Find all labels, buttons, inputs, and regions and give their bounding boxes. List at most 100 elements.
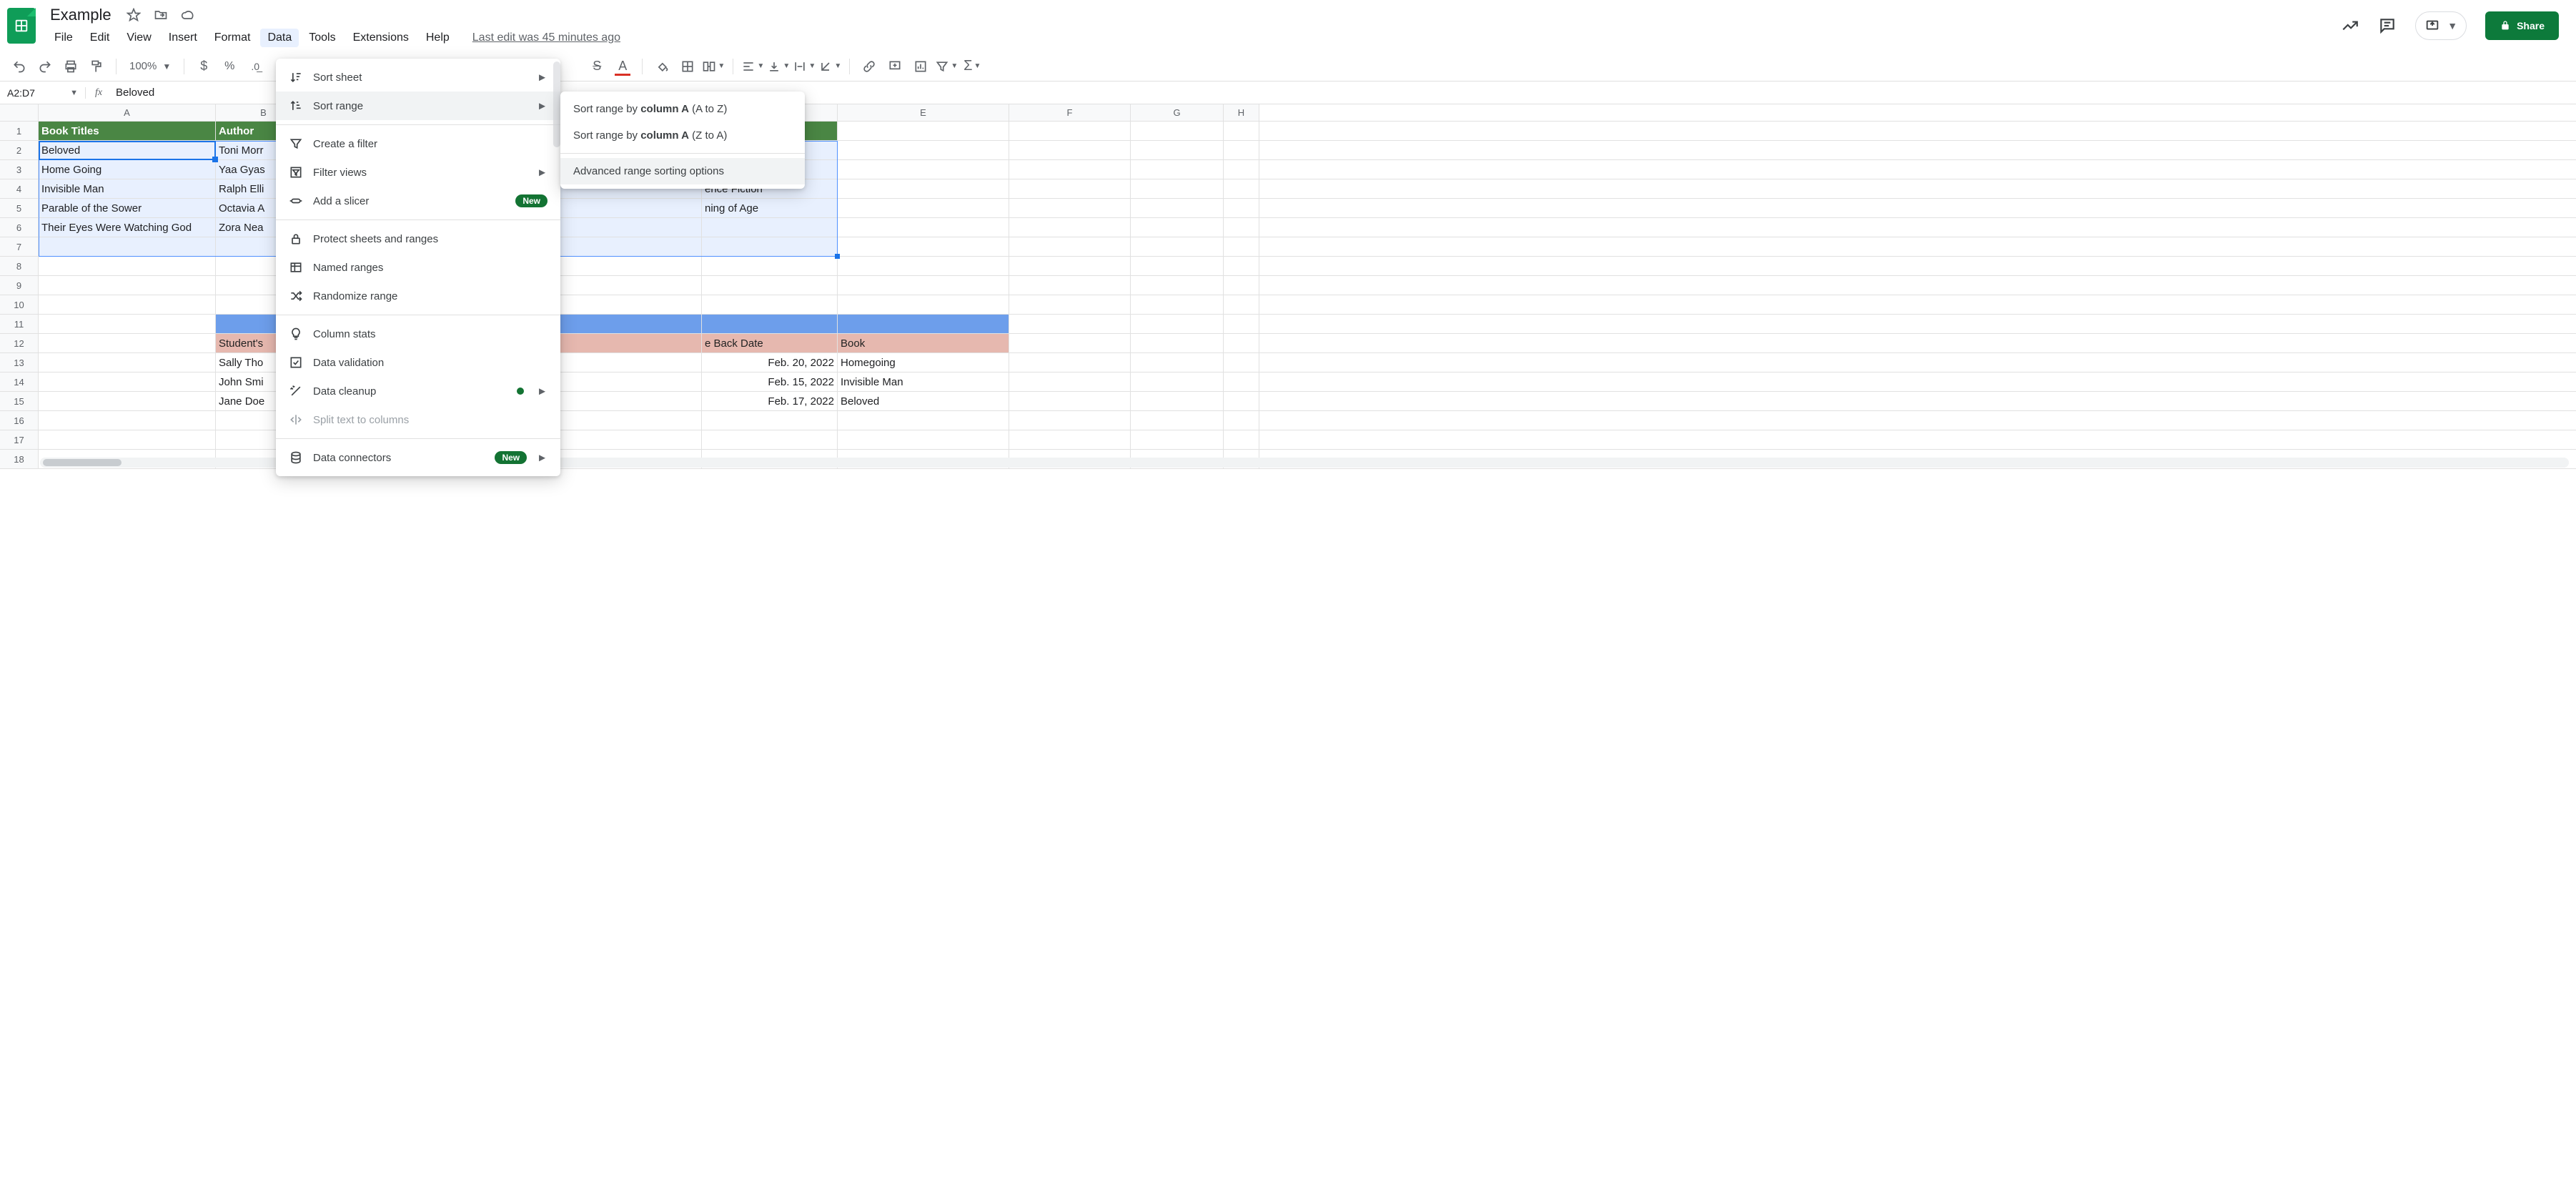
menu-sort-range[interactable]: Sort range ► xyxy=(276,92,560,120)
menu-named-ranges[interactable]: Named ranges xyxy=(276,253,560,282)
menu-sort-sheet[interactable]: Sort sheet ► xyxy=(276,63,560,92)
menu-tools[interactable]: Tools xyxy=(302,29,342,47)
document-title[interactable]: Example xyxy=(47,4,114,26)
menu-add-slicer[interactable]: Add a slicer New xyxy=(276,187,560,215)
cell[interactable]: Feb. 17, 2022 xyxy=(702,392,838,410)
submenu-sort-az[interactable]: Sort range by column A (A to Z) xyxy=(560,96,805,122)
menu-data-validation[interactable]: Data validation xyxy=(276,348,560,377)
text-rotation-button[interactable]: ▼ xyxy=(818,56,842,77)
menu-format[interactable]: Format xyxy=(207,29,258,47)
menu-randomize-range[interactable]: Randomize range xyxy=(276,282,560,310)
row-header[interactable]: 13 xyxy=(0,353,39,372)
cell[interactable] xyxy=(838,218,1009,237)
menu-filter-views[interactable]: Filter views ► xyxy=(276,158,560,187)
undo-button[interactable] xyxy=(7,56,31,77)
cell[interactable] xyxy=(1224,141,1259,159)
cell[interactable] xyxy=(838,179,1009,198)
insert-comment-button[interactable] xyxy=(883,56,907,77)
submenu-advanced-sort[interactable]: Advanced range sorting options xyxy=(560,158,805,184)
name-box[interactable]: A2:D7▼ xyxy=(0,87,86,99)
print-button[interactable] xyxy=(59,56,83,77)
cell[interactable] xyxy=(1009,122,1131,140)
col-header[interactable]: H xyxy=(1224,104,1259,121)
menu-create-filter[interactable]: Create a filter xyxy=(276,129,560,158)
fill-color-button[interactable] xyxy=(650,56,674,77)
cell[interactable]: Home Going xyxy=(39,160,216,179)
row-header[interactable]: 18 xyxy=(0,450,39,468)
vertical-align-button[interactable]: ▼ xyxy=(766,56,791,77)
row-header[interactable]: 5 xyxy=(0,199,39,217)
menu-view[interactable]: View xyxy=(119,29,158,47)
row-header[interactable]: 7 xyxy=(0,237,39,256)
redo-button[interactable] xyxy=(33,56,57,77)
cell[interactable] xyxy=(1224,237,1259,256)
cell[interactable]: Homegoing xyxy=(838,353,1009,372)
cell[interactable] xyxy=(1131,179,1224,198)
submenu-sort-za[interactable]: Sort range by column A (Z to A) xyxy=(560,122,805,149)
cell[interactable] xyxy=(1131,160,1224,179)
cell[interactable]: Book Titles xyxy=(39,122,216,140)
cell[interactable]: Invisible Man xyxy=(838,373,1009,391)
cell[interactable] xyxy=(39,237,216,256)
cell[interactable] xyxy=(1009,199,1131,217)
cell[interactable] xyxy=(1009,179,1131,198)
cell[interactable] xyxy=(702,315,838,333)
cell[interactable] xyxy=(1131,199,1224,217)
cell[interactable] xyxy=(838,160,1009,179)
cell[interactable]: Feb. 15, 2022 xyxy=(702,373,838,391)
borders-button[interactable] xyxy=(675,56,700,77)
cell[interactable] xyxy=(838,122,1009,140)
cell[interactable] xyxy=(1009,160,1131,179)
menu-data-cleanup[interactable]: Data cleanup ► xyxy=(276,377,560,405)
row-header[interactable]: 15 xyxy=(0,392,39,410)
comments-icon[interactable] xyxy=(2378,16,2397,35)
select-all-corner[interactable] xyxy=(0,104,39,121)
move-icon[interactable] xyxy=(153,7,169,23)
cloud-status-icon[interactable] xyxy=(180,7,196,23)
cell[interactable]: e Back Date xyxy=(702,334,838,352)
menu-data[interactable]: Data xyxy=(260,29,299,47)
menu-protect-sheets[interactable]: Protect sheets and ranges xyxy=(276,225,560,253)
present-button[interactable]: ▼ xyxy=(2415,11,2467,40)
cell[interactable] xyxy=(1131,237,1224,256)
cell[interactable] xyxy=(1009,237,1131,256)
cell[interactable] xyxy=(1009,218,1131,237)
cell[interactable] xyxy=(1131,122,1224,140)
insert-chart-button[interactable] xyxy=(908,56,933,77)
row-header[interactable]: 12 xyxy=(0,334,39,352)
row-header[interactable]: 9 xyxy=(0,276,39,295)
last-edit-link[interactable]: Last edit was 45 minutes ago xyxy=(472,29,620,47)
cell[interactable] xyxy=(702,218,838,237)
row-header[interactable]: 11 xyxy=(0,315,39,333)
row-header[interactable]: 2 xyxy=(0,141,39,159)
strikethrough-button[interactable]: S xyxy=(585,56,609,77)
share-button[interactable]: Share xyxy=(2485,11,2559,40)
cell[interactable] xyxy=(838,141,1009,159)
cell[interactable]: Book xyxy=(838,334,1009,352)
cell[interactable] xyxy=(1224,179,1259,198)
paint-format-button[interactable] xyxy=(84,56,109,77)
cell[interactable] xyxy=(1224,122,1259,140)
cell[interactable] xyxy=(838,237,1009,256)
menu-edit[interactable]: Edit xyxy=(83,29,117,47)
functions-button[interactable]: Σ▼ xyxy=(960,56,984,77)
cell[interactable] xyxy=(838,315,1009,333)
horizontal-align-button[interactable]: ▼ xyxy=(740,56,765,77)
text-wrap-button[interactable]: ▼ xyxy=(792,56,816,77)
cell[interactable] xyxy=(1131,218,1224,237)
insert-link-button[interactable] xyxy=(857,56,881,77)
cell[interactable]: Parable of the Sower xyxy=(39,199,216,217)
row-header[interactable]: 16 xyxy=(0,411,39,430)
cell[interactable] xyxy=(1224,218,1259,237)
menu-extensions[interactable]: Extensions xyxy=(346,29,416,47)
menu-help[interactable]: Help xyxy=(419,29,457,47)
cell[interactable]: Their Eyes Were Watching God xyxy=(39,218,216,237)
row-header[interactable]: 4 xyxy=(0,179,39,198)
row-header[interactable]: 14 xyxy=(0,373,39,391)
cell[interactable]: ning of Age xyxy=(702,199,838,217)
zoom-select[interactable]: 100%▼ xyxy=(124,60,177,72)
sheets-app-icon[interactable] xyxy=(7,8,36,44)
col-header[interactable]: E xyxy=(838,104,1009,121)
text-color-button[interactable]: A xyxy=(610,56,635,77)
menu-data-connectors[interactable]: Data connectors New ► xyxy=(276,443,560,472)
